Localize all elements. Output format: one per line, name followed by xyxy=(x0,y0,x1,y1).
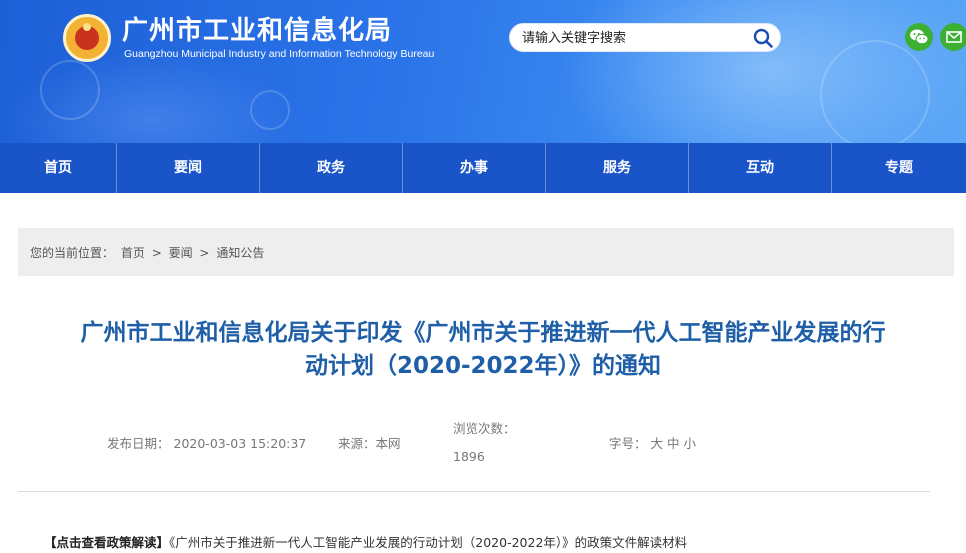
source: 来源：本网 xyxy=(338,433,401,452)
site-subtitle: Guangzhou Municipal Industry and Informa… xyxy=(124,48,435,60)
nav-item-topics[interactable]: 专题 xyxy=(832,143,966,193)
nav-item-services-affairs[interactable]: 办事 xyxy=(403,143,546,193)
font-size-label: 字号： xyxy=(609,436,647,451)
decorative-ring xyxy=(40,60,100,120)
publish-date-label: 发布日期： xyxy=(107,436,170,451)
breadcrumb-bar: 您的当前位置： 首页 > 要闻 > 通知公告 xyxy=(18,228,954,276)
source-label: 来源： xyxy=(338,436,376,451)
divider xyxy=(18,491,930,492)
views-value: 1896 xyxy=(453,449,485,464)
decorative-ring xyxy=(820,40,930,143)
nav-item-service[interactable]: 服务 xyxy=(546,143,689,193)
search-icon[interactable] xyxy=(752,27,774,49)
policy-text[interactable]: 《广州市关于推进新一代人工智能产业发展的行动计划（2020-2022年）》的政策… xyxy=(169,535,687,550)
breadcrumb-item-notices[interactable]: 通知公告 xyxy=(216,246,264,260)
mail-icon[interactable] xyxy=(940,23,966,51)
publish-date-value: 2020-03-03 15:20:37 xyxy=(173,436,307,451)
breadcrumb-item-home[interactable]: 首页 xyxy=(121,246,145,260)
emblem-icon[interactable] xyxy=(63,14,111,62)
publish-date: 发布日期： 2020-03-03 15:20:37 xyxy=(107,433,306,452)
font-size-large[interactable]: 大 xyxy=(651,436,664,451)
site-header: 广州市工业和信息化局 Guangzhou Municipal Industry … xyxy=(0,0,966,143)
breadcrumb-prefix: 您的当前位置： xyxy=(30,246,115,260)
policy-interpretation-link[interactable]: 【点击查看政策解读】《广州市关于推进新一代人工智能产业发展的行动计划（2020-… xyxy=(44,532,687,551)
decorative-ring xyxy=(250,90,290,130)
source-value: 本网 xyxy=(375,436,401,451)
article-title-line-2: 动计划（2020-2022年）》的通知 xyxy=(304,353,662,379)
site-title[interactable]: 广州市工业和信息化局 xyxy=(122,10,392,47)
main-nav: 首页 要闻 政务 办事 服务 互动 专题 xyxy=(0,143,966,193)
nav-item-interaction[interactable]: 互动 xyxy=(689,143,832,193)
nav-item-news[interactable]: 要闻 xyxy=(117,143,260,193)
wechat-icon[interactable] xyxy=(905,23,933,51)
breadcrumb-item-news[interactable]: 要闻 xyxy=(169,246,193,260)
views-label: 浏览次数： xyxy=(453,421,516,436)
font-size-medium[interactable]: 中 xyxy=(667,436,680,451)
search-box xyxy=(509,23,781,52)
breadcrumb: 您的当前位置： 首页 > 要闻 > 通知公告 xyxy=(30,244,267,261)
policy-tag[interactable]: 【点击查看政策解读】 xyxy=(44,535,169,550)
nav-item-home[interactable]: 首页 xyxy=(0,143,117,193)
article-title-line-1: 广州市工业和信息化局关于印发《广州市关于推进新一代人工智能产业发展的行 xyxy=(80,320,886,346)
font-size-small[interactable]: 小 xyxy=(684,436,697,451)
nav-item-government[interactable]: 政务 xyxy=(260,143,403,193)
breadcrumb-separator: > xyxy=(199,246,210,260)
search-input[interactable] xyxy=(522,29,742,47)
breadcrumb-separator: > xyxy=(151,246,162,260)
article-title: 广州市工业和信息化局关于印发《广州市关于推进新一代人工智能产业发展的行 动计划（… xyxy=(0,317,966,383)
font-size-control: 字号： 大 中 小 xyxy=(609,433,696,452)
